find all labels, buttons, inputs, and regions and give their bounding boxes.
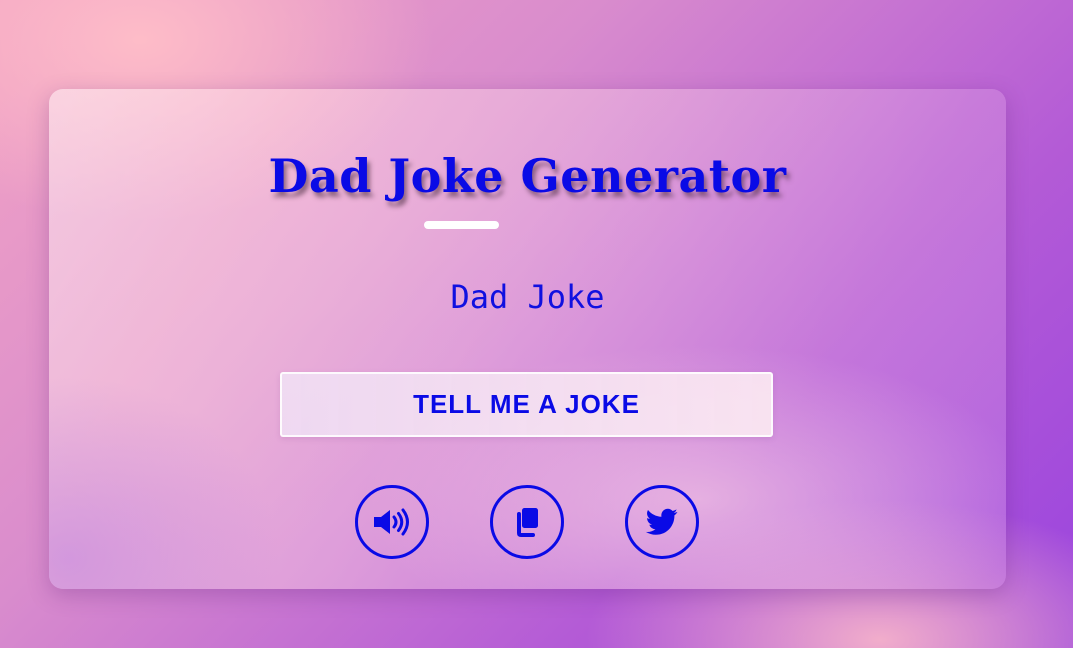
- title-underline: [424, 221, 499, 229]
- tell-joke-button[interactable]: TELL ME A JOKE: [280, 372, 773, 437]
- tweet-button[interactable]: [625, 485, 699, 559]
- speak-button[interactable]: [355, 485, 429, 559]
- page-title: Dad Joke Generator: [268, 149, 787, 203]
- speaker-icon: [372, 507, 412, 537]
- copy-button[interactable]: [490, 485, 564, 559]
- joke-text: Dad Joke: [450, 278, 605, 316]
- twitter-icon: [646, 508, 678, 536]
- joke-card: Dad Joke Generator Dad Joke TELL ME A JO…: [49, 89, 1006, 589]
- copy-icon: [513, 506, 541, 538]
